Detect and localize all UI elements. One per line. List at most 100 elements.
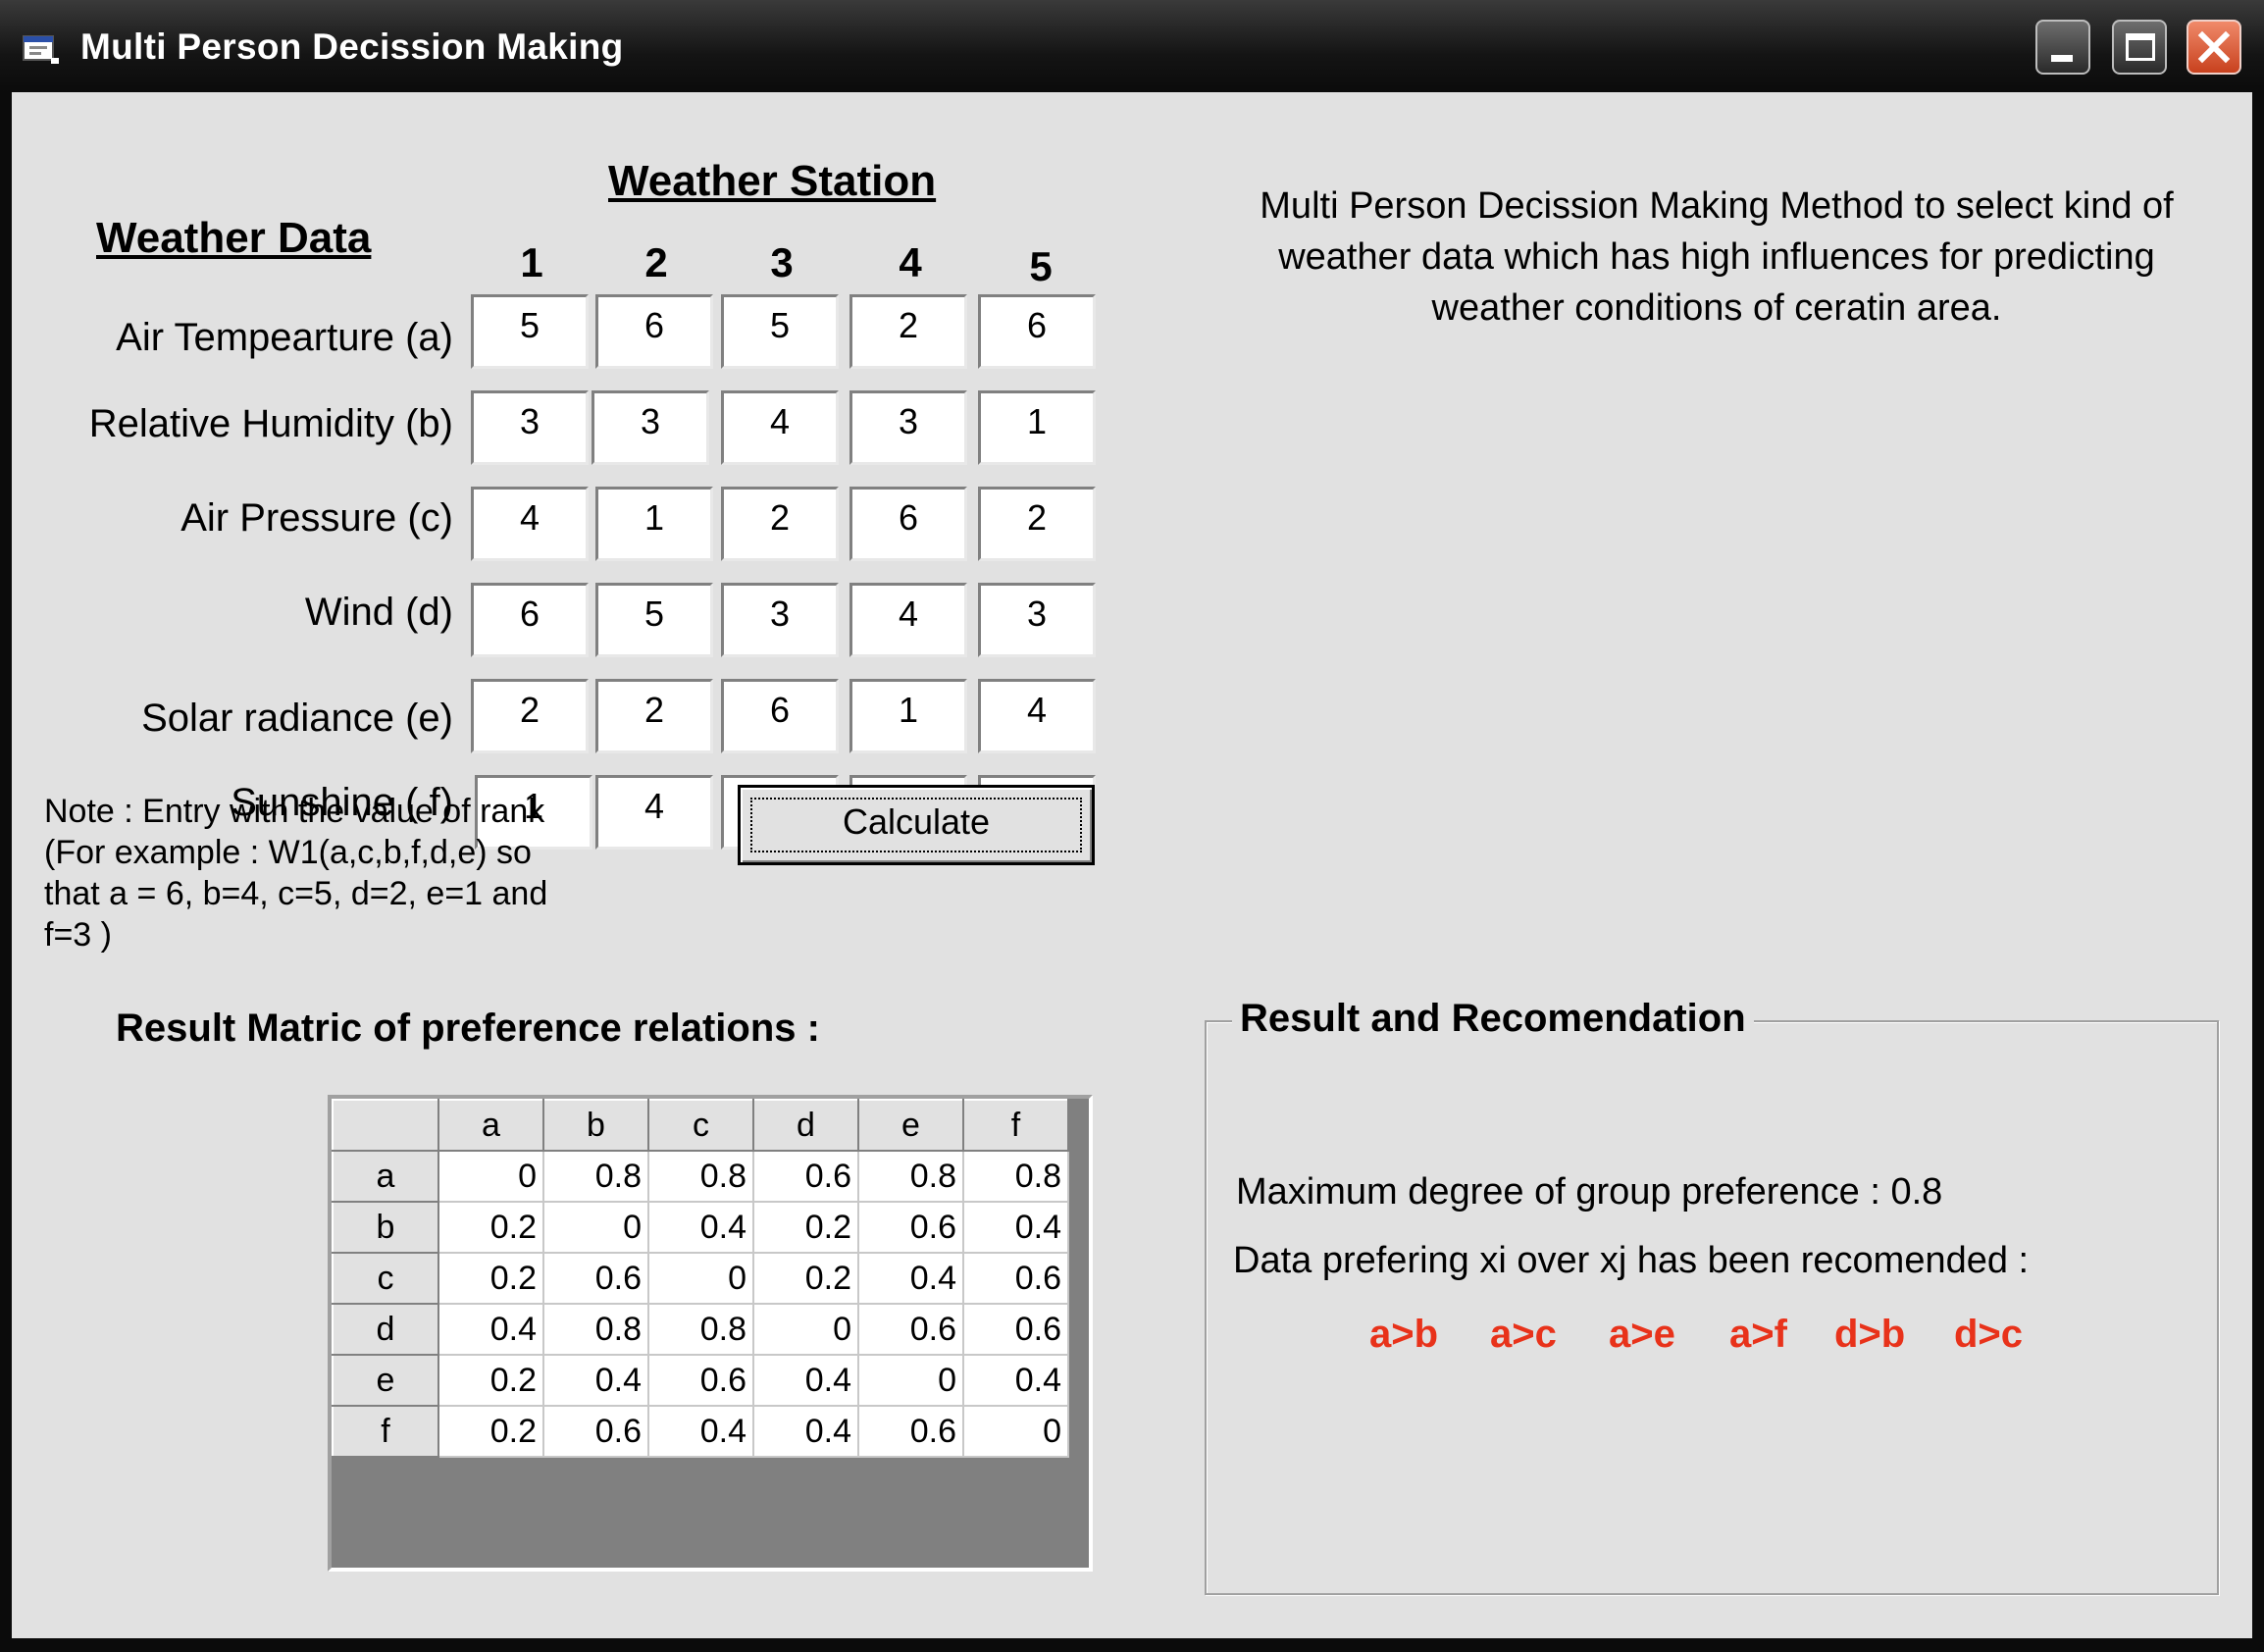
rank-input[interactable]: 5 — [471, 294, 589, 369]
matrix-cell[interactable]: 0.4 — [752, 1354, 859, 1407]
matrix-cell[interactable]: 0.6 — [857, 1303, 964, 1356]
row-label-air-temperature: Air Tempearture (a) — [116, 316, 453, 359]
matrix-cell[interactable]: 0.6 — [542, 1252, 649, 1305]
row-label-air-pressure: Air Pressure (c) — [180, 496, 453, 540]
matrix-cell[interactable]: 0.4 — [962, 1201, 1069, 1254]
rank-input[interactable]: 5 — [721, 294, 839, 369]
rank-input[interactable]: 4 — [978, 679, 1096, 753]
matrix-cell[interactable]: 0 — [542, 1201, 649, 1254]
rank-input[interactable]: 2 — [595, 679, 713, 753]
matrix-corner — [332, 1099, 439, 1152]
recommendation-item: a>e — [1609, 1313, 1675, 1356]
matrix-col-header: b — [542, 1099, 649, 1152]
recommendation-item: a>c — [1490, 1313, 1557, 1356]
maximize-icon — [2126, 33, 2155, 61]
note-text: Note : Entry with the value of rank (For… — [44, 793, 548, 954]
rank-input[interactable]: 3 — [471, 390, 589, 465]
matrix-cell[interactable]: 0.4 — [542, 1354, 649, 1407]
matrix-cell[interactable]: 0.8 — [647, 1150, 754, 1203]
table-row: b 0.2 0 0.4 0.2 0.6 0.4 — [332, 1201, 1069, 1254]
matrix-col-header: e — [857, 1099, 964, 1152]
rank-input[interactable]: 4 — [849, 583, 967, 657]
matrix-cell[interactable]: 0.2 — [437, 1252, 544, 1305]
matrix-cell[interactable]: 0.8 — [962, 1150, 1069, 1203]
rank-input[interactable]: 1 — [595, 487, 713, 561]
matrix-cell[interactable]: 0.2 — [437, 1405, 544, 1458]
close-icon — [2197, 30, 2231, 64]
table-row: c 0.2 0.6 0 0.2 0.4 0.6 — [332, 1252, 1069, 1305]
matrix-cell[interactable]: 0.2 — [752, 1252, 859, 1305]
station-header-2: 2 — [644, 239, 668, 285]
station-header-3: 3 — [770, 239, 794, 285]
matrix-cell[interactable]: 0.8 — [857, 1150, 964, 1203]
rank-input[interactable]: 4 — [721, 390, 839, 465]
minimize-button[interactable] — [2035, 20, 2090, 75]
matrix-cell[interactable]: 0.2 — [437, 1201, 544, 1254]
window-title: Multi Person Decission Making — [80, 26, 624, 67]
rank-input[interactable]: 3 — [721, 583, 839, 657]
matrix-cell[interactable]: 0.6 — [752, 1150, 859, 1203]
rank-input[interactable]: 6 — [595, 294, 713, 369]
matrix-row-header: d — [332, 1303, 439, 1356]
rank-input[interactable]: 3 — [978, 583, 1096, 657]
matrix-cell[interactable]: 0.8 — [647, 1303, 754, 1356]
preference-matrix: a b c d e f a 0 0.8 0.8 0.6 0.8 0.8 b 0.… — [332, 1099, 1069, 1458]
matrix-cell[interactable]: 0.2 — [752, 1201, 859, 1254]
rank-input[interactable]: 5 — [595, 583, 713, 657]
close-button[interactable] — [2187, 20, 2241, 75]
rank-input[interactable]: 2 — [721, 487, 839, 561]
rank-input[interactable]: 3 — [592, 390, 709, 465]
result-frame-title: Result and Recomendation — [1232, 997, 1754, 1041]
rank-input[interactable]: 2 — [849, 294, 967, 369]
table-row: a 0 0.8 0.8 0.6 0.8 0.8 — [332, 1150, 1069, 1203]
preference-matrix-grid[interactable]: a b c d e f a 0 0.8 0.8 0.6 0.8 0.8 b 0.… — [328, 1095, 1093, 1572]
matrix-cell[interactable]: 0.6 — [962, 1303, 1069, 1356]
weather-data-heading: Weather Data — [96, 214, 372, 262]
rank-input[interactable]: 6 — [978, 294, 1096, 369]
rank-input[interactable]: 4 — [471, 487, 589, 561]
matrix-row-header: c — [332, 1252, 439, 1305]
matrix-row-header: b — [332, 1201, 439, 1254]
row-label-wind: Wind (d) — [304, 591, 453, 634]
matrix-cell[interactable]: 0.4 — [752, 1405, 859, 1458]
matrix-cell[interactable]: 0 — [647, 1252, 754, 1305]
rank-input[interactable]: 3 — [849, 390, 967, 465]
calculate-button[interactable]: Calculate — [738, 785, 1095, 865]
matrix-cell[interactable]: 0.6 — [542, 1405, 649, 1458]
maximize-button[interactable] — [2112, 20, 2167, 75]
rank-input[interactable]: 6 — [471, 583, 589, 657]
matrix-cell[interactable]: 0 — [437, 1150, 544, 1203]
matrix-cell[interactable]: 0.8 — [542, 1303, 649, 1356]
title-bar[interactable]: Multi Person Decission Making — [0, 0, 2264, 92]
app-icon[interactable] — [22, 32, 61, 66]
rank-input[interactable]: 1 — [849, 679, 967, 753]
rank-input[interactable]: 6 — [849, 487, 967, 561]
matrix-cell[interactable]: 0.4 — [437, 1303, 544, 1356]
table-row: d 0.4 0.8 0.8 0 0.6 0.6 — [332, 1303, 1069, 1356]
rank-input[interactable]: 4 — [595, 775, 713, 850]
matrix-cell[interactable]: 0.4 — [962, 1354, 1069, 1407]
matrix-cell[interactable]: 0.8 — [542, 1150, 649, 1203]
matrix-row-header: a — [332, 1150, 439, 1203]
rank-input[interactable]: 2 — [978, 487, 1096, 561]
matrix-cell[interactable]: 0 — [752, 1303, 859, 1356]
rank-input[interactable]: 6 — [721, 679, 839, 753]
matrix-cell[interactable]: 0.4 — [647, 1201, 754, 1254]
matrix-cell[interactable]: 0 — [857, 1354, 964, 1407]
matrix-col-header: a — [437, 1099, 544, 1152]
matrix-row-header: f — [332, 1405, 439, 1458]
matrix-cell[interactable]: 0.4 — [857, 1252, 964, 1305]
matrix-cell[interactable]: 0.6 — [857, 1201, 964, 1254]
matrix-cell[interactable]: 0.6 — [962, 1252, 1069, 1305]
matrix-cell[interactable]: 0.4 — [647, 1405, 754, 1458]
recommendation-item: d>c — [1954, 1313, 2024, 1356]
recommendation-item: d>b — [1834, 1313, 1906, 1356]
station-header-1: 1 — [520, 239, 543, 285]
matrix-cell[interactable]: 0 — [962, 1405, 1069, 1458]
matrix-cell[interactable]: 0.2 — [437, 1354, 544, 1407]
weather-station-heading: Weather Station — [608, 157, 937, 205]
rank-input[interactable]: 2 — [471, 679, 589, 753]
rank-input[interactable]: 1 — [978, 390, 1096, 465]
matrix-cell[interactable]: 0.6 — [647, 1354, 754, 1407]
matrix-cell[interactable]: 0.6 — [857, 1405, 964, 1458]
